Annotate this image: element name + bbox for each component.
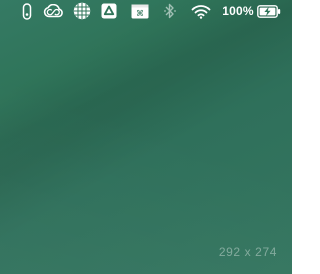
creative-cloud-icon[interactable] [42,0,64,22]
battery-percentage[interactable]: 100% [221,0,255,22]
dimensions-label: 292 x 274 [218,245,277,259]
usb-drive-icon[interactable] [19,0,35,22]
command-key-icon[interactable]: ⌘ [130,0,150,22]
battery-charging-icon[interactable] [256,0,282,22]
wifi-icon[interactable] [189,0,213,22]
google-drive-icon[interactable] [100,0,118,22]
battery-percentage-text: 100% [222,4,254,18]
globe-grid-icon[interactable] [72,0,92,22]
svg-text:⌘: ⌘ [136,9,144,18]
menu-bar: ⌘ 100% [0,0,292,24]
bluetooth-icon[interactable] [161,0,179,22]
desktop-wallpaper: ⌘ 100% 292 x 274 [0,0,292,274]
